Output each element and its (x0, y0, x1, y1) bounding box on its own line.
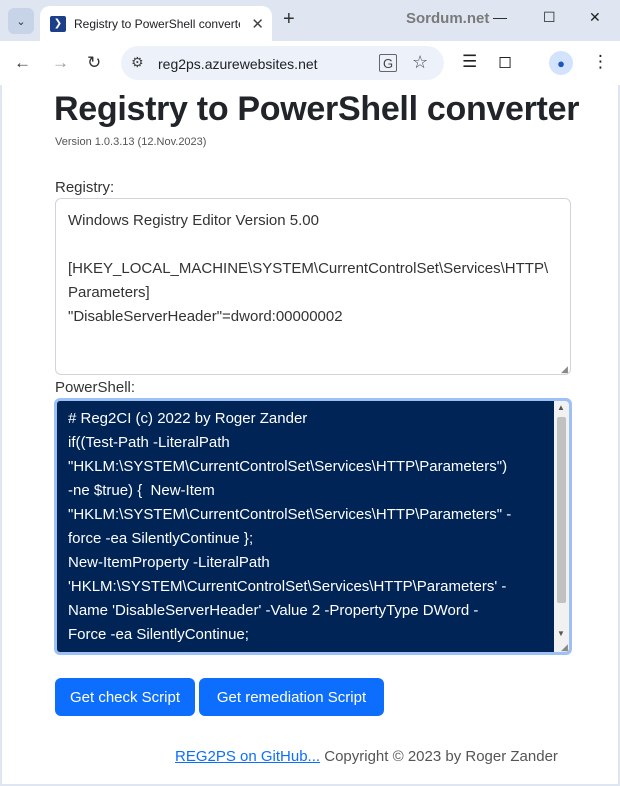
puzzle-icon[interactable]: ◻ (498, 52, 512, 72)
arrow-right-icon[interactable]: → (52, 53, 69, 73)
page-content: Registry to PowerShell converter Version… (0, 85, 620, 786)
get-check-script-button[interactable]: Get check Script (55, 678, 195, 716)
plus-icon[interactable]: + (283, 8, 295, 31)
window-close-icon[interactable]: ✕ (589, 9, 601, 26)
tune-icon[interactable]: ⚙ (131, 54, 144, 71)
registry-textarea[interactable]: Windows Registry Editor Version 5.00 [HK… (55, 198, 571, 375)
version-text: Version 1.0.3.13 (12.Nov.2023) (55, 136, 207, 148)
arrow-left-icon[interactable]: ← (14, 53, 31, 73)
page-title: Registry to PowerShell converter (54, 90, 580, 128)
minimize-icon[interactable]: — (493, 9, 507, 25)
tab-title: Registry to PowerShell converte (74, 16, 240, 31)
scroll-thumb[interactable] (557, 417, 566, 603)
browser-titlebar: ⌄ ❯ Registry to PowerShell converte ✕ + … (0, 0, 620, 41)
translate-icon[interactable]: G (379, 54, 397, 72)
browser-tab[interactable]: ❯ Registry to PowerShell converte ✕ (40, 6, 272, 41)
tab-search-button[interactable]: ⌄ (8, 8, 34, 34)
powershell-textarea[interactable]: # Reg2CI (c) 2022 by Roger Zander if((Te… (54, 398, 572, 655)
get-remediation-script-button[interactable]: Get remediation Script (199, 678, 384, 716)
scrollbar[interactable]: ▲ ▼ (554, 401, 569, 652)
watermark: Sordum.net (406, 10, 490, 27)
person-icon[interactable]: ● (549, 51, 573, 75)
powershell-icon: ❯ (50, 15, 66, 32)
url-text[interactable]: reg2ps.azurewebsites.net (158, 56, 318, 72)
close-icon[interactable]: ✕ (251, 15, 264, 33)
powershell-label: PowerShell: (55, 379, 136, 396)
github-link[interactable]: REG2PS on GitHub... (175, 748, 320, 765)
layers-icon[interactable]: ☰ (462, 52, 477, 72)
browser-toolbar: ← → ↻ ⚙ reg2ps.azurewebsites.net G ☆ ☰ ◻… (0, 41, 620, 85)
footer: REG2PS on GitHub... Copyright © 2023 by … (175, 748, 558, 765)
resize-handle-icon[interactable]: ◢ (561, 364, 568, 375)
star-icon[interactable]: ☆ (412, 52, 428, 73)
powershell-text: # Reg2CI (c) 2022 by Roger Zander if((Te… (68, 410, 512, 643)
reload-icon[interactable]: ↻ (87, 53, 101, 73)
scroll-down-icon[interactable]: ▼ (557, 629, 565, 638)
address-bar[interactable]: ⚙ reg2ps.azurewebsites.net G ☆ (121, 46, 444, 80)
chevron-down-icon: ⌄ (16, 15, 26, 28)
resize-handle-icon[interactable]: ◢ (561, 642, 568, 653)
copyright-text: Copyright © 2023 by Roger Zander (320, 748, 558, 765)
maximize-icon[interactable]: ☐ (543, 9, 556, 26)
kebab-menu-icon[interactable]: ⋮ (592, 52, 609, 72)
registry-label: Registry: (55, 179, 115, 196)
scroll-up-icon[interactable]: ▲ (557, 403, 565, 412)
